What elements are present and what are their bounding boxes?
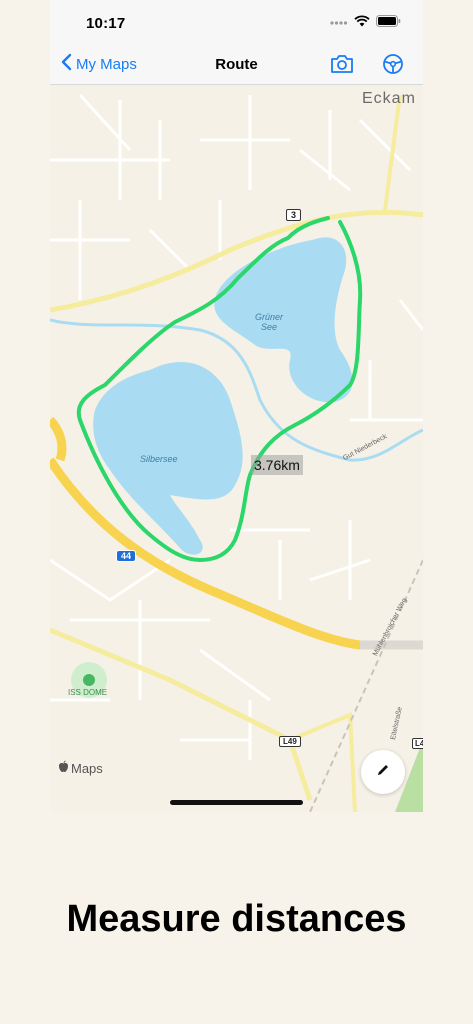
road-shield-3: 3	[286, 209, 302, 221]
distance-label: 3.76km	[251, 455, 303, 475]
maps-attribution-text: Maps	[71, 760, 103, 776]
road-shield-44: 44	[116, 550, 137, 562]
steering-wheel-icon	[382, 54, 404, 79]
map-view[interactable]: Eckam Grüner See Silbersee Gut Niederbec…	[50, 84, 423, 812]
status-icons	[330, 14, 401, 32]
apple-logo-icon	[58, 760, 69, 776]
status-bar: 10:17	[50, 0, 423, 44]
wifi-icon	[354, 14, 370, 32]
road-shield-l4: L4	[412, 738, 423, 749]
draw-route-button[interactable]	[361, 750, 405, 794]
marketing-caption: Measure distances	[66, 898, 407, 940]
place-label-gruner-see: Grüner See	[255, 312, 284, 332]
home-indicator	[170, 800, 303, 805]
status-time: 10:17	[86, 15, 126, 32]
navigation-bar: My Maps Route	[50, 44, 423, 85]
chevron-left-icon	[60, 53, 72, 75]
place-label-eckam: Eckam	[362, 90, 416, 107]
camera-button[interactable]	[330, 53, 354, 75]
road-shield-l49: L49	[279, 736, 301, 747]
back-label: My Maps	[76, 55, 137, 73]
maps-attribution: Maps	[58, 760, 103, 776]
signal-icon	[330, 14, 348, 32]
place-label-silbersee: Silbersee	[140, 454, 178, 464]
phone-screen: 10:17 My Maps Route Eckam Grüner See Sil…	[50, 0, 423, 812]
battery-icon	[376, 14, 401, 32]
camera-icon	[330, 55, 354, 79]
back-button[interactable]: My Maps	[60, 53, 137, 75]
place-label-iss-dome: ISS DOME	[68, 688, 108, 697]
settings-button[interactable]	[382, 53, 406, 75]
pencil-icon	[375, 762, 391, 783]
